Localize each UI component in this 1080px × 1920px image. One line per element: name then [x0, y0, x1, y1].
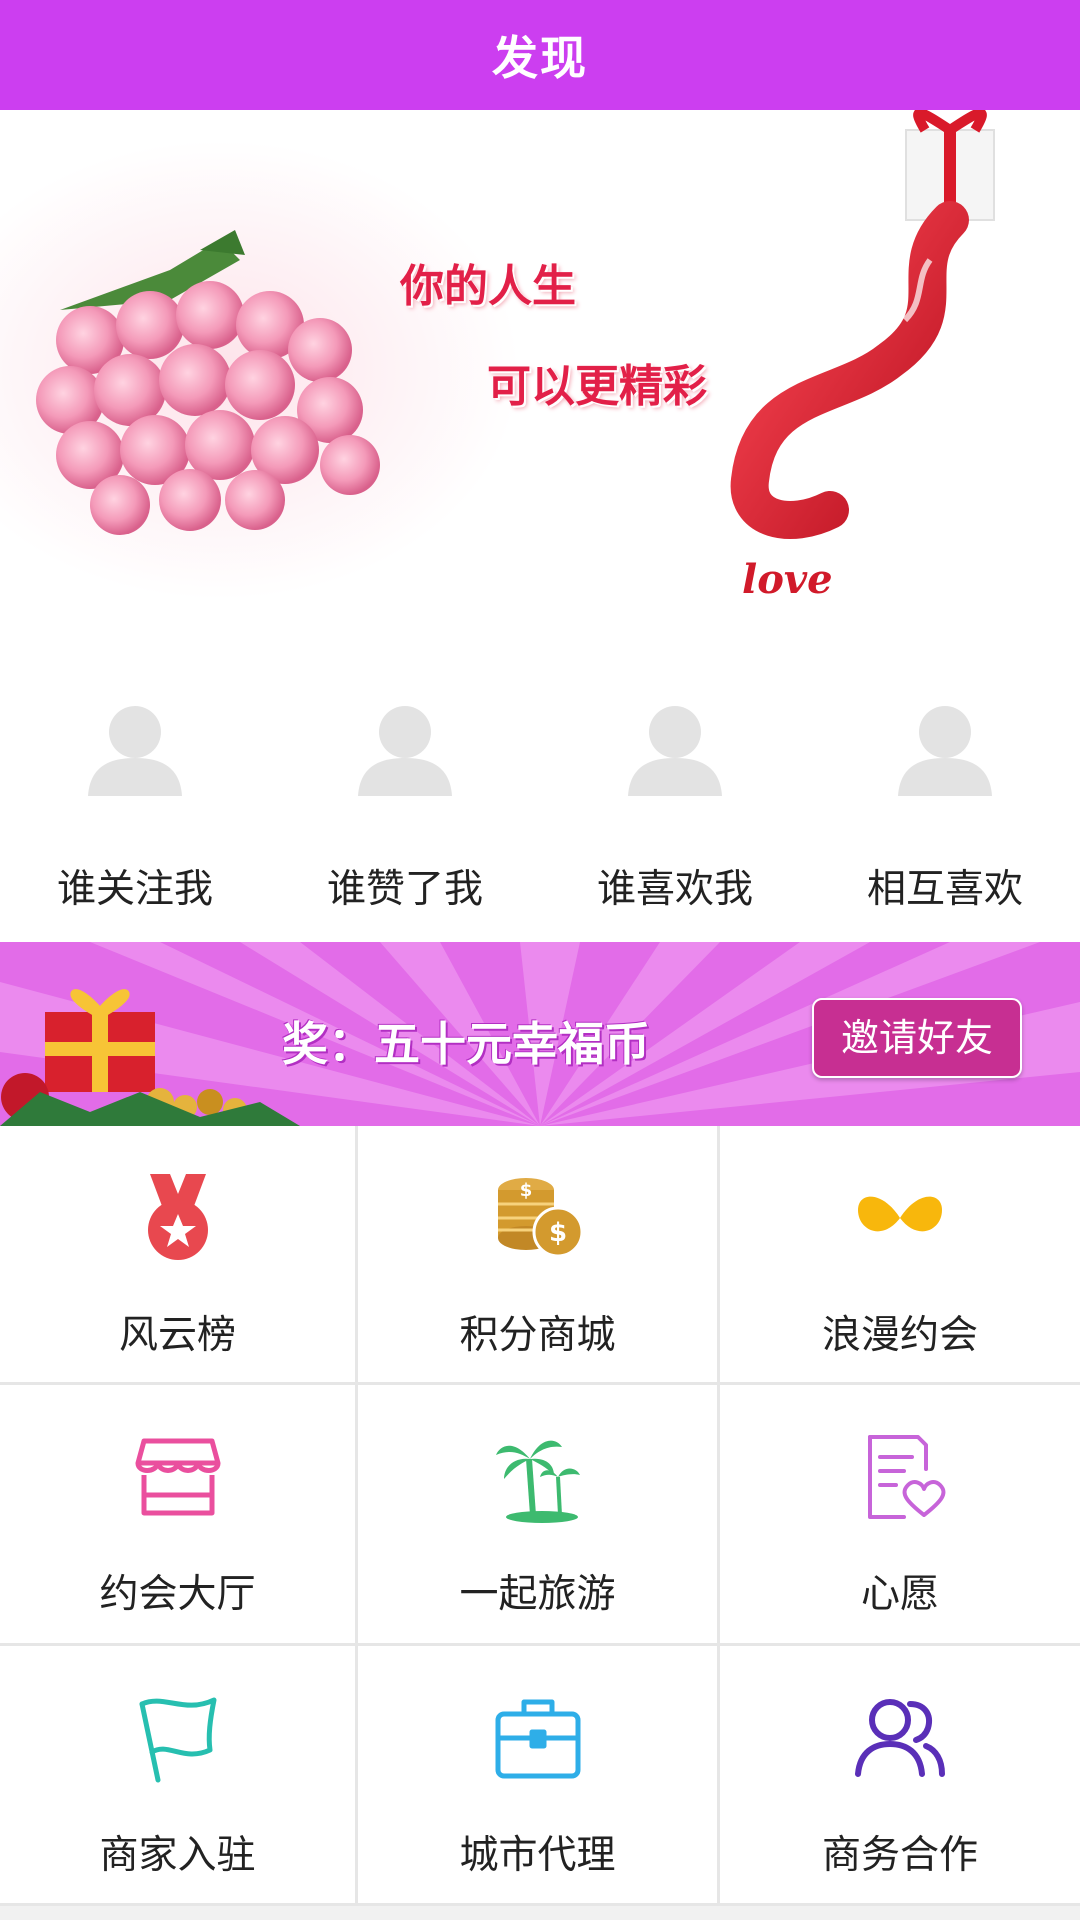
shortcut-label: 谁喜欢我: [596, 867, 753, 912]
banner-slogan-line1: 你的人生: [400, 261, 576, 312]
feature-wish[interactable]: 心愿: [720, 1385, 1080, 1646]
shortcut-label: 相互喜欢: [866, 867, 1023, 912]
feature-romantic-date[interactable]: 浪漫约会: [720, 1126, 1080, 1385]
feature-business-cooperation[interactable]: 商务合作: [720, 1646, 1080, 1906]
feature-label: 心愿: [860, 1572, 939, 1617]
feature-points-mall[interactable]: $ $ 积分商城: [358, 1126, 720, 1385]
invite-promo-banner[interactable]: 奖：五十元幸福币 邀请好友: [0, 942, 1080, 1126]
avatar-icon: [628, 706, 722, 796]
shortcut-who-liked-me[interactable]: 谁赞了我: [270, 690, 540, 942]
svg-text:$: $: [548, 1218, 566, 1248]
interaction-shortcuts: 谁关注我 谁赞了我 谁喜欢我 相互喜欢: [0, 690, 1080, 942]
avatar-icon: [898, 706, 992, 796]
feature-grid: 风云榜 $ $ 积分商城 浪漫约会 约会大厅 一起旅游 心愿 商家入驻 城市代理…: [0, 1126, 1080, 1906]
invite-friends-button[interactable]: 邀请好友: [812, 998, 1022, 1078]
feature-merchant-join[interactable]: 商家入驻: [0, 1646, 358, 1906]
feature-dating-hall[interactable]: 约会大厅: [0, 1385, 358, 1646]
feature-label: 城市代理: [459, 1833, 616, 1878]
banner-love-text: love: [742, 556, 833, 603]
medal-icon: [147, 1174, 208, 1260]
coins-icon: $ $: [497, 1178, 583, 1258]
banner-slogan-line2: 可以更精彩: [487, 361, 707, 412]
feature-label: 积分商城: [459, 1313, 616, 1358]
wish-list-icon: [868, 1435, 946, 1519]
palm-tree-icon: [495, 1440, 580, 1523]
avatar-icon: [358, 706, 452, 796]
people-icon: [855, 1699, 945, 1777]
feature-label: 商家入驻: [99, 1833, 256, 1878]
feature-city-agent[interactable]: 城市代理: [358, 1646, 720, 1906]
page-title: 发现: [492, 31, 588, 85]
feature-label: 商务合作: [821, 1833, 978, 1878]
shortcut-label: 谁赞了我: [326, 867, 483, 912]
feature-travel-together[interactable]: 一起旅游: [358, 1385, 720, 1646]
bow-icon: [858, 1196, 942, 1232]
feature-label: 约会大厅: [99, 1572, 256, 1617]
briefcase-icon: [495, 1699, 580, 1779]
avatar-icon: [88, 706, 182, 796]
storefront-icon: [135, 1438, 220, 1516]
feature-label: 浪漫约会: [821, 1313, 978, 1358]
flag-icon: [139, 1697, 216, 1783]
shortcut-who-follows-me[interactable]: 谁关注我: [0, 690, 270, 942]
top-bar: 发现: [0, 0, 1080, 110]
feature-label: 风云榜: [118, 1313, 236, 1358]
feature-label: 一起旅游: [459, 1572, 616, 1617]
shortcut-label: 谁关注我: [56, 867, 213, 912]
reward-text: 奖：五十元幸福币: [282, 1017, 650, 1071]
shortcut-mutual-like[interactable]: 相互喜欢: [810, 690, 1080, 942]
hero-banner[interactable]: 你的人生 可以更精彩 love: [0, 110, 1080, 690]
shortcut-who-loves-me[interactable]: 谁喜欢我: [540, 690, 810, 942]
bottom-divider: [0, 1906, 1080, 1920]
feature-leaderboard[interactable]: 风云榜: [0, 1126, 358, 1385]
svg-text:$: $: [519, 1180, 532, 1201]
